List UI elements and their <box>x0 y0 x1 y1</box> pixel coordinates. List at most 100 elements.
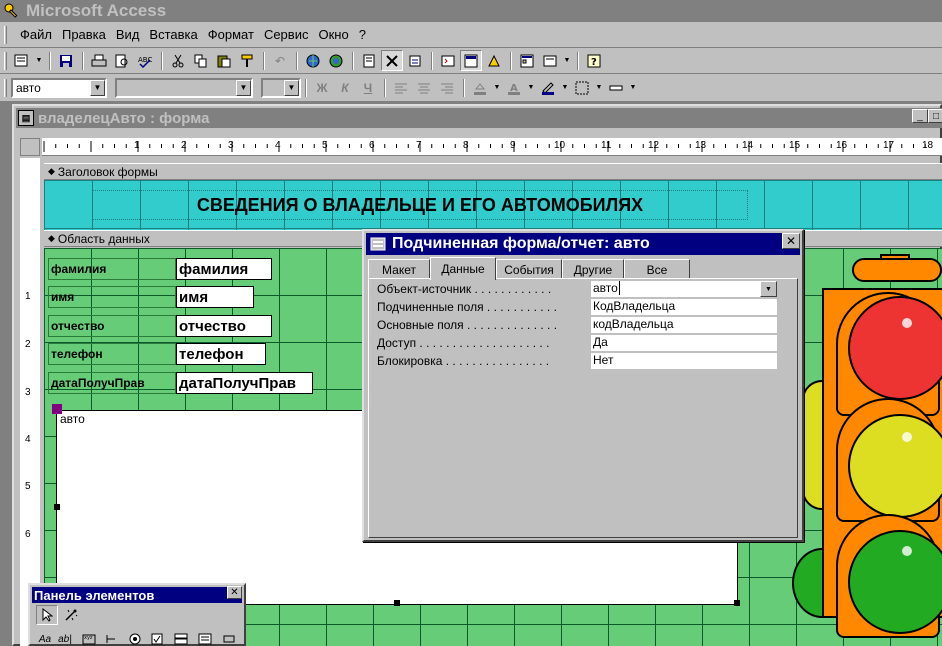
close-button[interactable]: ✕ <box>782 233 800 249</box>
help-icon[interactable]: ? <box>583 50 605 71</box>
header-title-label[interactable]: СВЕДЕНИЯ О ВЛАДЕЛЬЦЕ И ЕГО АВТОМОБИЛЯХ <box>92 190 748 220</box>
special-effect-icon[interactable] <box>605 77 627 98</box>
property-row-source-object[interactable]: Объект-источник . . . . . . . . . . . . … <box>377 281 777 299</box>
fill-color-dropdown-icon[interactable]: ▼ <box>492 77 502 98</box>
object-combo[interactable]: авто ▼ <box>11 77 107 98</box>
textbox-tool-icon[interactable]: ab| <box>54 629 76 646</box>
tab-layout[interactable]: Макет <box>368 259 430 279</box>
chevron-down-icon[interactable]: ▼ <box>90 79 105 96</box>
properties-icon[interactable] <box>460 50 482 71</box>
italic-button[interactable]: К <box>334 77 356 98</box>
special-effect-dropdown-icon[interactable]: ▼ <box>628 77 638 98</box>
toolbox-icon[interactable] <box>381 50 403 71</box>
property-value[interactable]: Нет <box>591 353 777 370</box>
menu-edit[interactable]: Правка <box>57 27 111 42</box>
fill-color-icon[interactable] <box>469 77 491 98</box>
bold-button[interactable]: Ж <box>311 77 333 98</box>
property-value[interactable]: КодВладельца <box>591 299 777 316</box>
font-name-combo[interactable]: ▼ <box>115 77 253 98</box>
move-handle[interactable] <box>52 404 62 414</box>
control-wizards-icon[interactable] <box>60 605 82 625</box>
line-width-icon[interactable] <box>571 77 593 98</box>
menu-format[interactable]: Формат <box>203 27 259 42</box>
paste-icon[interactable] <box>213 50 235 71</box>
label-telefon[interactable]: телефон <box>48 343 176 365</box>
property-row-locked[interactable]: Блокировка . . . . . . . . . . . . . . .… <box>377 353 777 371</box>
menu-help[interactable]: ? <box>354 27 371 42</box>
form-selector[interactable] <box>20 138 40 156</box>
print-icon[interactable] <box>88 50 110 71</box>
property-value[interactable]: Да <box>591 335 777 352</box>
undo-icon[interactable]: ↶ <box>269 50 291 71</box>
build-icon[interactable] <box>483 50 505 71</box>
underline-button[interactable]: Ч <box>357 77 379 98</box>
tab-other[interactable]: Другие <box>562 259 624 279</box>
sizing-handle[interactable] <box>54 504 60 510</box>
autoformat-icon[interactable] <box>404 50 426 71</box>
database-window-icon[interactable] <box>516 50 538 71</box>
menu-tools[interactable]: Сервис <box>259 27 314 42</box>
sizing-handle[interactable] <box>394 600 400 606</box>
align-left-icon[interactable] <box>390 77 412 98</box>
field-list-icon[interactable] <box>358 50 380 71</box>
option-group-tool-icon[interactable]: xyz <box>78 629 100 646</box>
sizing-handle[interactable] <box>734 600 740 606</box>
form-header-bar[interactable]: ◆ Заголовок формы <box>44 163 942 180</box>
label-imya[interactable]: имя <box>48 286 176 308</box>
spelling-icon[interactable]: ABC <box>134 50 156 71</box>
tab-data[interactable]: Данные <box>430 257 496 280</box>
option-button-tool-icon[interactable] <box>124 629 146 646</box>
label-dataPoluchPrav[interactable]: датаПолучПрав <box>48 372 176 394</box>
property-row-link-master-fields[interactable]: Основные поля . . . . . . . . . . . . . … <box>377 317 777 335</box>
code-icon[interactable] <box>437 50 459 71</box>
cut-icon[interactable] <box>167 50 189 71</box>
toggle-button-tool-icon[interactable] <box>100 629 122 646</box>
font-size-combo[interactable]: ▼ <box>261 77 301 98</box>
copy-icon[interactable] <box>190 50 212 71</box>
menu-view[interactable]: Вид <box>111 27 145 42</box>
tab-events[interactable]: События <box>496 259 562 279</box>
line-color-icon[interactable] <box>537 77 559 98</box>
property-value-input[interactable]: авто ▼ <box>591 281 777 298</box>
font-color-icon[interactable]: A <box>503 77 525 98</box>
font-color-dropdown-icon[interactable]: ▼ <box>526 77 536 98</box>
menu-window[interactable]: Окно <box>313 27 353 42</box>
property-value[interactable]: кодВладельца <box>591 317 777 334</box>
chevron-down-icon[interactable]: ▼ <box>284 79 299 96</box>
property-sheet-title-bar[interactable]: Подчиненная форма/отчет: авто <box>366 233 800 255</box>
tab-all[interactable]: Все <box>624 259 690 279</box>
label-otchestvo[interactable]: отчество <box>48 315 176 337</box>
web-toolbar-icon[interactable] <box>325 50 347 71</box>
label-tool-icon[interactable]: Aa <box>34 629 56 646</box>
menu-file[interactable]: Файл <box>15 27 57 42</box>
chevron-down-icon[interactable]: ▼ <box>236 79 251 96</box>
chevron-down-icon[interactable]: ▼ <box>760 281 777 297</box>
insert-hyperlink-icon[interactable] <box>302 50 324 71</box>
textbox-imya[interactable]: имя <box>176 286 254 308</box>
print-preview-icon[interactable] <box>111 50 133 71</box>
toolbox-title-bar[interactable]: Панель элементов <box>32 587 242 603</box>
line-color-dropdown-icon[interactable]: ▼ <box>560 77 570 98</box>
checkbox-tool-icon[interactable] <box>146 629 168 646</box>
minimize-button[interactable]: _ <box>912 109 928 123</box>
format-painter-icon[interactable] <box>236 50 258 71</box>
textbox-otchestvo[interactable]: отчество <box>176 315 272 337</box>
select-objects-icon[interactable] <box>36 605 58 625</box>
view-dropdown-icon[interactable]: ▼ <box>34 50 44 71</box>
new-object-icon[interactable] <box>539 50 561 71</box>
menu-insert[interactable]: Вставка <box>144 27 202 42</box>
command-button-tool-icon[interactable] <box>218 629 240 646</box>
restore-button[interactable]: □ <box>928 109 942 123</box>
combo-box-tool-icon[interactable] <box>170 629 192 646</box>
save-icon[interactable] <box>55 50 77 71</box>
line-width-dropdown-icon[interactable]: ▼ <box>594 77 604 98</box>
textbox-familiya[interactable]: фамилия <box>176 258 272 280</box>
property-row-link-child-fields[interactable]: Подчиненные поля . . . . . . . . . . . К… <box>377 299 777 317</box>
align-center-icon[interactable] <box>413 77 435 98</box>
textbox-telefon[interactable]: телефон <box>176 343 266 365</box>
view-icon[interactable] <box>11 50 33 71</box>
list-box-tool-icon[interactable] <box>194 629 216 646</box>
align-right-icon[interactable] <box>436 77 458 98</box>
property-row-enabled[interactable]: Доступ . . . . . . . . . . . . . . . . .… <box>377 335 777 353</box>
new-object-dropdown-icon[interactable]: ▼ <box>562 50 572 71</box>
